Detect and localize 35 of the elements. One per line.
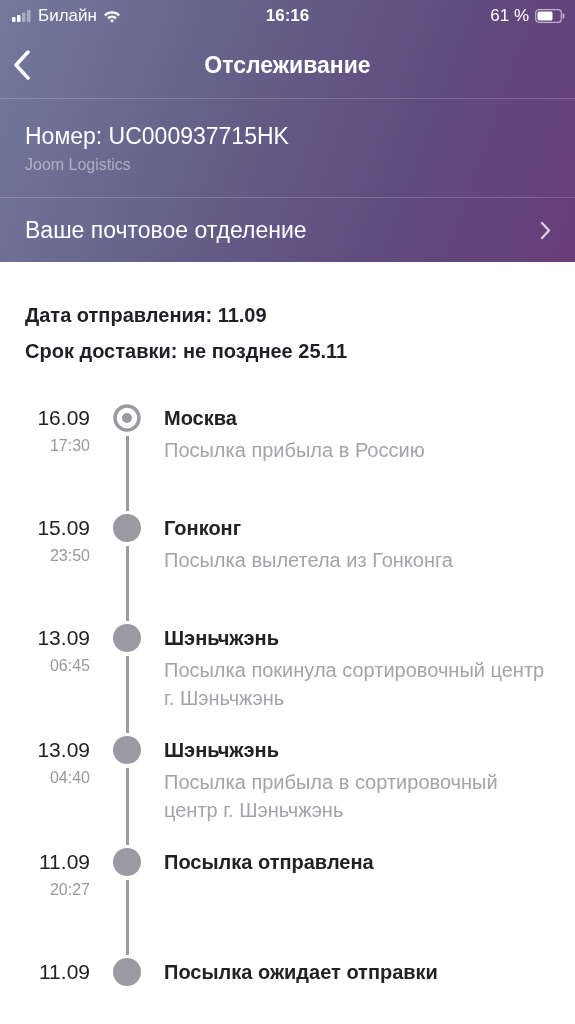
event-title: Посылка ожидает отправки: [164, 960, 439, 985]
event-date: 11.09: [39, 959, 90, 985]
tracking-number: Номер: UC000937715HK: [25, 122, 290, 150]
event-title: Шэньчжэнь: [164, 626, 280, 651]
event-title: Шэньчжэнь: [164, 738, 280, 763]
event-title: Москва: [164, 406, 238, 431]
event-date: 15.09: [37, 515, 90, 541]
event-description: Посылка прибыла в сортировочный центр г. Шэньчжэнь: [164, 770, 499, 823]
event-title: Посылка отправлена: [164, 850, 375, 875]
event-time: 06:45: [49, 656, 90, 676]
battery-icon: [535, 9, 565, 23]
event-date: 16.09: [37, 405, 90, 431]
screen-title: Отслеживание: [204, 51, 371, 79]
event-date: 13.09: [37, 625, 90, 651]
event-description: Посылка прибыла в Россию: [164, 438, 426, 463]
event-time: 04:40: [49, 768, 90, 788]
event-date: 11.09: [39, 849, 90, 875]
shipment-info: Срок доставки: не позднее 25.11: [25, 339, 349, 364]
wifi-icon: [102, 9, 121, 23]
signal-icon: [12, 10, 32, 22]
event-description: Посылка покинула сортировочный центр г. Шэньчжэнь: [164, 658, 546, 711]
shipment-info: Дата отправления: 11.09: [25, 303, 268, 328]
event-description: Посылка вылетела из Гонконга: [164, 548, 454, 573]
event-title: Гонконг: [164, 516, 242, 541]
event-time: 20:27: [49, 880, 90, 900]
carrier-label: Joom Logistics: [25, 155, 132, 174]
chevron-right-icon[interactable]: [540, 220, 551, 240]
event-time: 17:30: [49, 436, 90, 456]
battery-percent: 61 %: [490, 6, 529, 26]
carrier-name: Билайн: [38, 6, 97, 26]
post-office-link[interactable]: Ваше почтовое отделение: [25, 216, 307, 244]
back-icon[interactable]: [14, 50, 30, 80]
event-date: 13.09: [37, 737, 90, 763]
event-time: 23:50: [49, 546, 90, 566]
status-time: 16:16: [264, 6, 311, 26]
